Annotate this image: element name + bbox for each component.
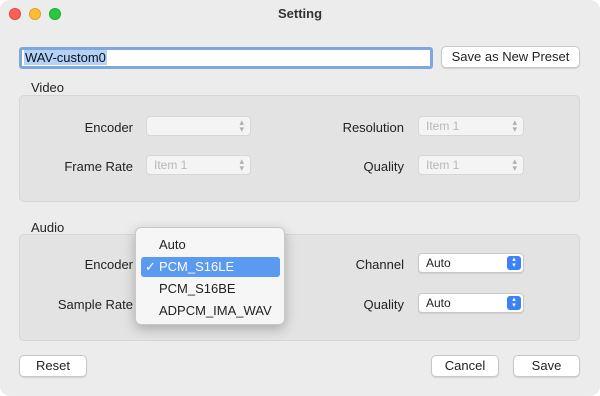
preset-name-text: WAV-custom0 (24, 50, 107, 65)
video-quality-select: Item 1 ▴ ▾ (418, 155, 524, 175)
menu-item-auto[interactable]: Auto (141, 235, 280, 255)
save-as-new-preset-button[interactable]: Save as New Preset (441, 46, 580, 68)
audio-channel-select[interactable]: Auto ▴ ▾ (418, 253, 524, 273)
video-encoder-select: ▴ ▾ (146, 116, 251, 136)
audio-encoder-label: Encoder (84, 257, 133, 272)
title-bar: Setting (0, 0, 600, 28)
preset-name-input[interactable]: WAV-custom0 (19, 47, 433, 69)
menu-item-adpcm-ima-wav[interactable]: ADPCM_IMA_WAV (141, 301, 280, 321)
chevron-updown-icon: ▴ ▾ (239, 117, 244, 134)
video-encoder-label: Encoder (84, 120, 133, 135)
cancel-button[interactable]: Cancel (431, 355, 499, 377)
audio-section-label: Audio (31, 220, 65, 235)
audio-encoder-menu: Auto ✓ PCM_S16LE PCM_S16BE ADPCM_IMA_WAV (135, 227, 285, 325)
settings-window: Setting WAV-custom0 Save as New Preset V… (0, 0, 600, 396)
audio-quality-select[interactable]: Auto ▴ ▾ (418, 293, 524, 313)
reset-button[interactable]: Reset (19, 355, 87, 377)
menu-item-pcm-s16be[interactable]: PCM_S16BE (141, 279, 280, 299)
video-frame-rate-label: Frame Rate (64, 159, 133, 174)
video-resolution-value: Item 1 (426, 119, 460, 133)
audio-channel-value: Auto (426, 256, 451, 270)
video-section-label: Video (31, 80, 65, 95)
chevron-updown-icon: ▴ ▾ (507, 296, 521, 310)
video-quality-value: Item 1 (426, 158, 460, 172)
video-frame-rate-select: Item 1 ▴ ▾ (146, 155, 251, 175)
audio-quality-value: Auto (426, 296, 451, 310)
chevron-updown-icon: ▴ ▾ (239, 156, 244, 173)
chevron-updown-icon: ▴ ▾ (512, 156, 517, 173)
audio-group (19, 234, 580, 341)
audio-sample-rate-label: Sample Rate (57, 297, 133, 312)
chevron-updown-icon: ▴ ▾ (512, 117, 517, 134)
video-group (19, 95, 580, 202)
video-quality-label: Quality (363, 159, 404, 174)
audio-channel-label: Channel (355, 257, 404, 272)
window-title: Setting (277, 6, 323, 21)
video-resolution-label: Resolution (342, 120, 404, 135)
video-resolution-select: Item 1 ▴ ▾ (418, 116, 524, 136)
chevron-updown-icon: ▴ ▾ (507, 256, 521, 270)
audio-quality-label: Quality (363, 297, 404, 312)
save-button[interactable]: Save (513, 355, 580, 377)
checkmark-icon: ✓ (145, 259, 156, 274)
menu-item-pcm-s16le[interactable]: ✓ PCM_S16LE (141, 257, 280, 277)
video-frame-rate-value: Item 1 (154, 158, 188, 172)
